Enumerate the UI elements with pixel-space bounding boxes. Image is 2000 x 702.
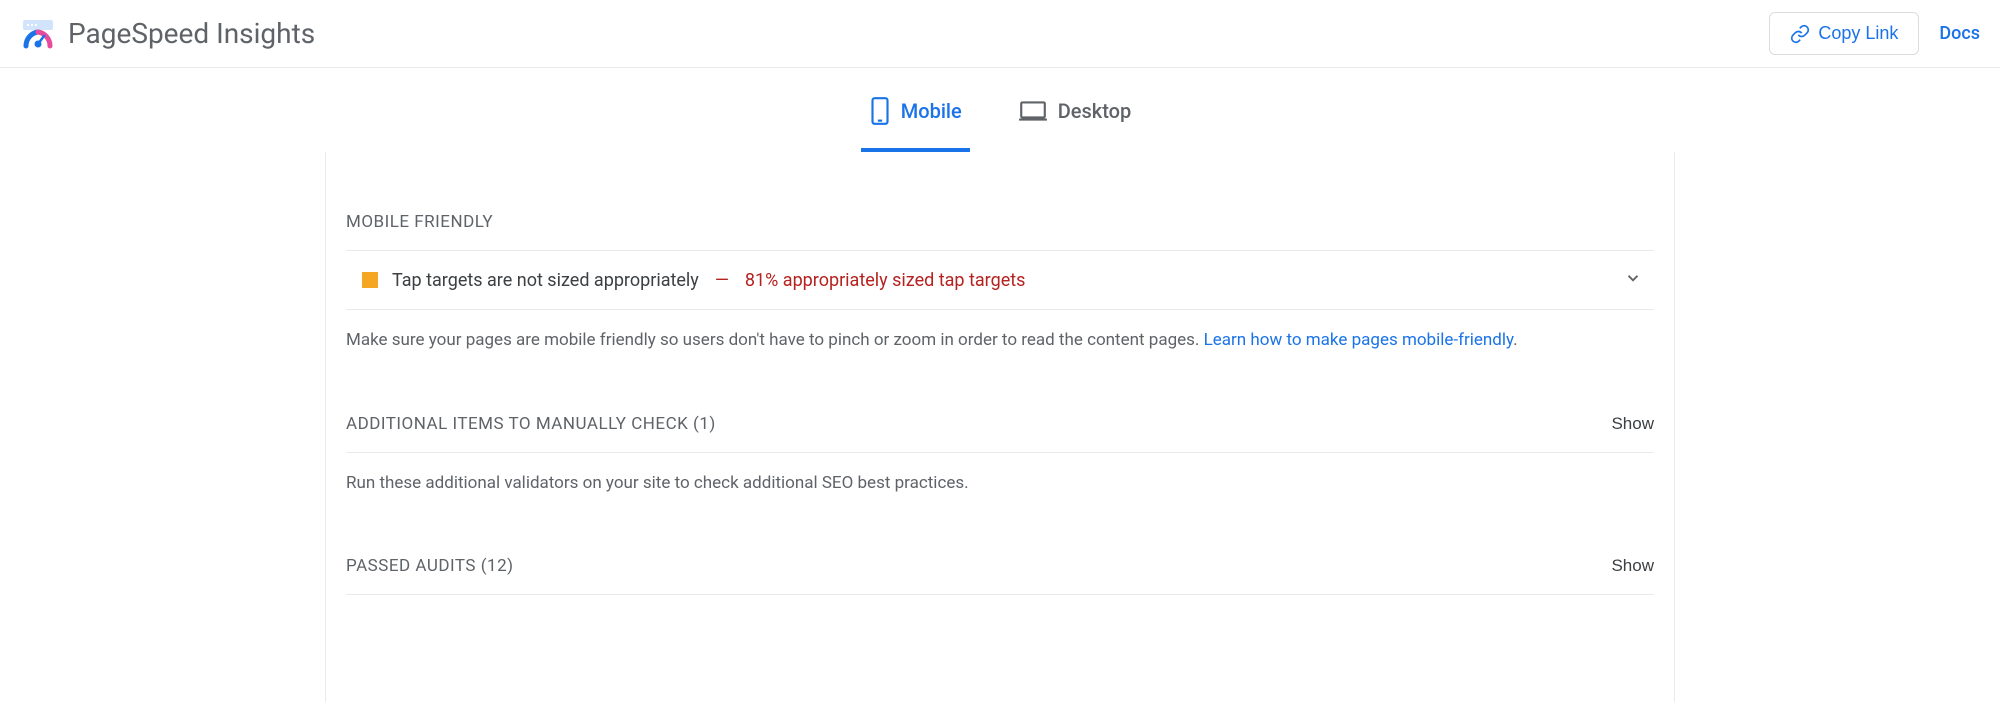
passed-show-button[interactable]: Show <box>1611 556 1654 576</box>
link-icon <box>1790 24 1810 44</box>
device-tabs: Mobile Desktop <box>0 68 2000 152</box>
audit-detail: 81% appropriately sized tap targets <box>745 270 1026 291</box>
main-content: MOBILE FRIENDLY Tap targets are not size… <box>325 152 1675 702</box>
section-additional-count: (1) <box>693 414 716 434</box>
section-passed-title: PASSED AUDITS (12) <box>346 556 514 576</box>
app-header: PageSpeed Insights Copy Link Docs <box>0 0 2000 68</box>
header-right: Copy Link Docs <box>1769 12 1980 55</box>
tab-desktop-label: Desktop <box>1058 99 1132 123</box>
audit-title: Tap targets are not sized appropriately <box>392 270 699 291</box>
tab-mobile-label: Mobile <box>901 99 962 123</box>
chevron-down-icon[interactable] <box>1624 269 1642 291</box>
section-additional-items: ADDITIONAL ITEMS TO MANUALLY CHECK (1) S… <box>346 354 1654 497</box>
section-additional-header: ADDITIONAL ITEMS TO MANUALLY CHECK (1) S… <box>346 414 1654 453</box>
mobile-icon <box>869 96 891 126</box>
mobile-friendly-description: Make sure your pages are mobile friendly… <box>346 310 1654 354</box>
section-mobile-friendly-header: MOBILE FRIENDLY <box>346 212 1654 251</box>
pagespeed-logo-icon <box>20 16 56 52</box>
audit-row-tap-targets[interactable]: Tap targets are not sized appropriately … <box>346 251 1654 310</box>
section-mobile-friendly: MOBILE FRIENDLY Tap targets are not size… <box>346 152 1654 354</box>
section-mobile-friendly-title: MOBILE FRIENDLY <box>346 212 493 232</box>
section-passed-count: (12) <box>481 556 514 576</box>
header-left: PageSpeed Insights <box>20 16 315 52</box>
tab-mobile[interactable]: Mobile <box>861 86 970 152</box>
section-passed-title-text: PASSED AUDITS <box>346 556 476 576</box>
copy-link-label: Copy Link <box>1818 23 1898 44</box>
mobile-friendly-learn-link[interactable]: Learn how to make pages mobile-friendly <box>1204 330 1514 350</box>
tab-desktop[interactable]: Desktop <box>1010 89 1140 149</box>
additional-show-button[interactable]: Show <box>1611 414 1654 434</box>
additional-description: Run these additional validators on your … <box>346 453 1654 497</box>
section-additional-title: ADDITIONAL ITEMS TO MANUALLY CHECK (1) <box>346 414 716 434</box>
docs-link[interactable]: Docs <box>1939 23 1980 44</box>
status-warning-icon <box>362 272 378 288</box>
mobile-friendly-description-text: Make sure your pages are mobile friendly… <box>346 330 1204 350</box>
audit-separator: — <box>715 270 729 291</box>
section-passed-audits: PASSED AUDITS (12) Show <box>346 496 1654 595</box>
desktop-icon <box>1018 99 1048 123</box>
copy-link-button[interactable]: Copy Link <box>1769 12 1919 55</box>
section-passed-header: PASSED AUDITS (12) Show <box>346 556 1654 595</box>
mobile-friendly-period: . <box>1513 330 1517 350</box>
section-additional-title-text: ADDITIONAL ITEMS TO MANUALLY CHECK <box>346 414 688 434</box>
app-title: PageSpeed Insights <box>68 17 315 50</box>
